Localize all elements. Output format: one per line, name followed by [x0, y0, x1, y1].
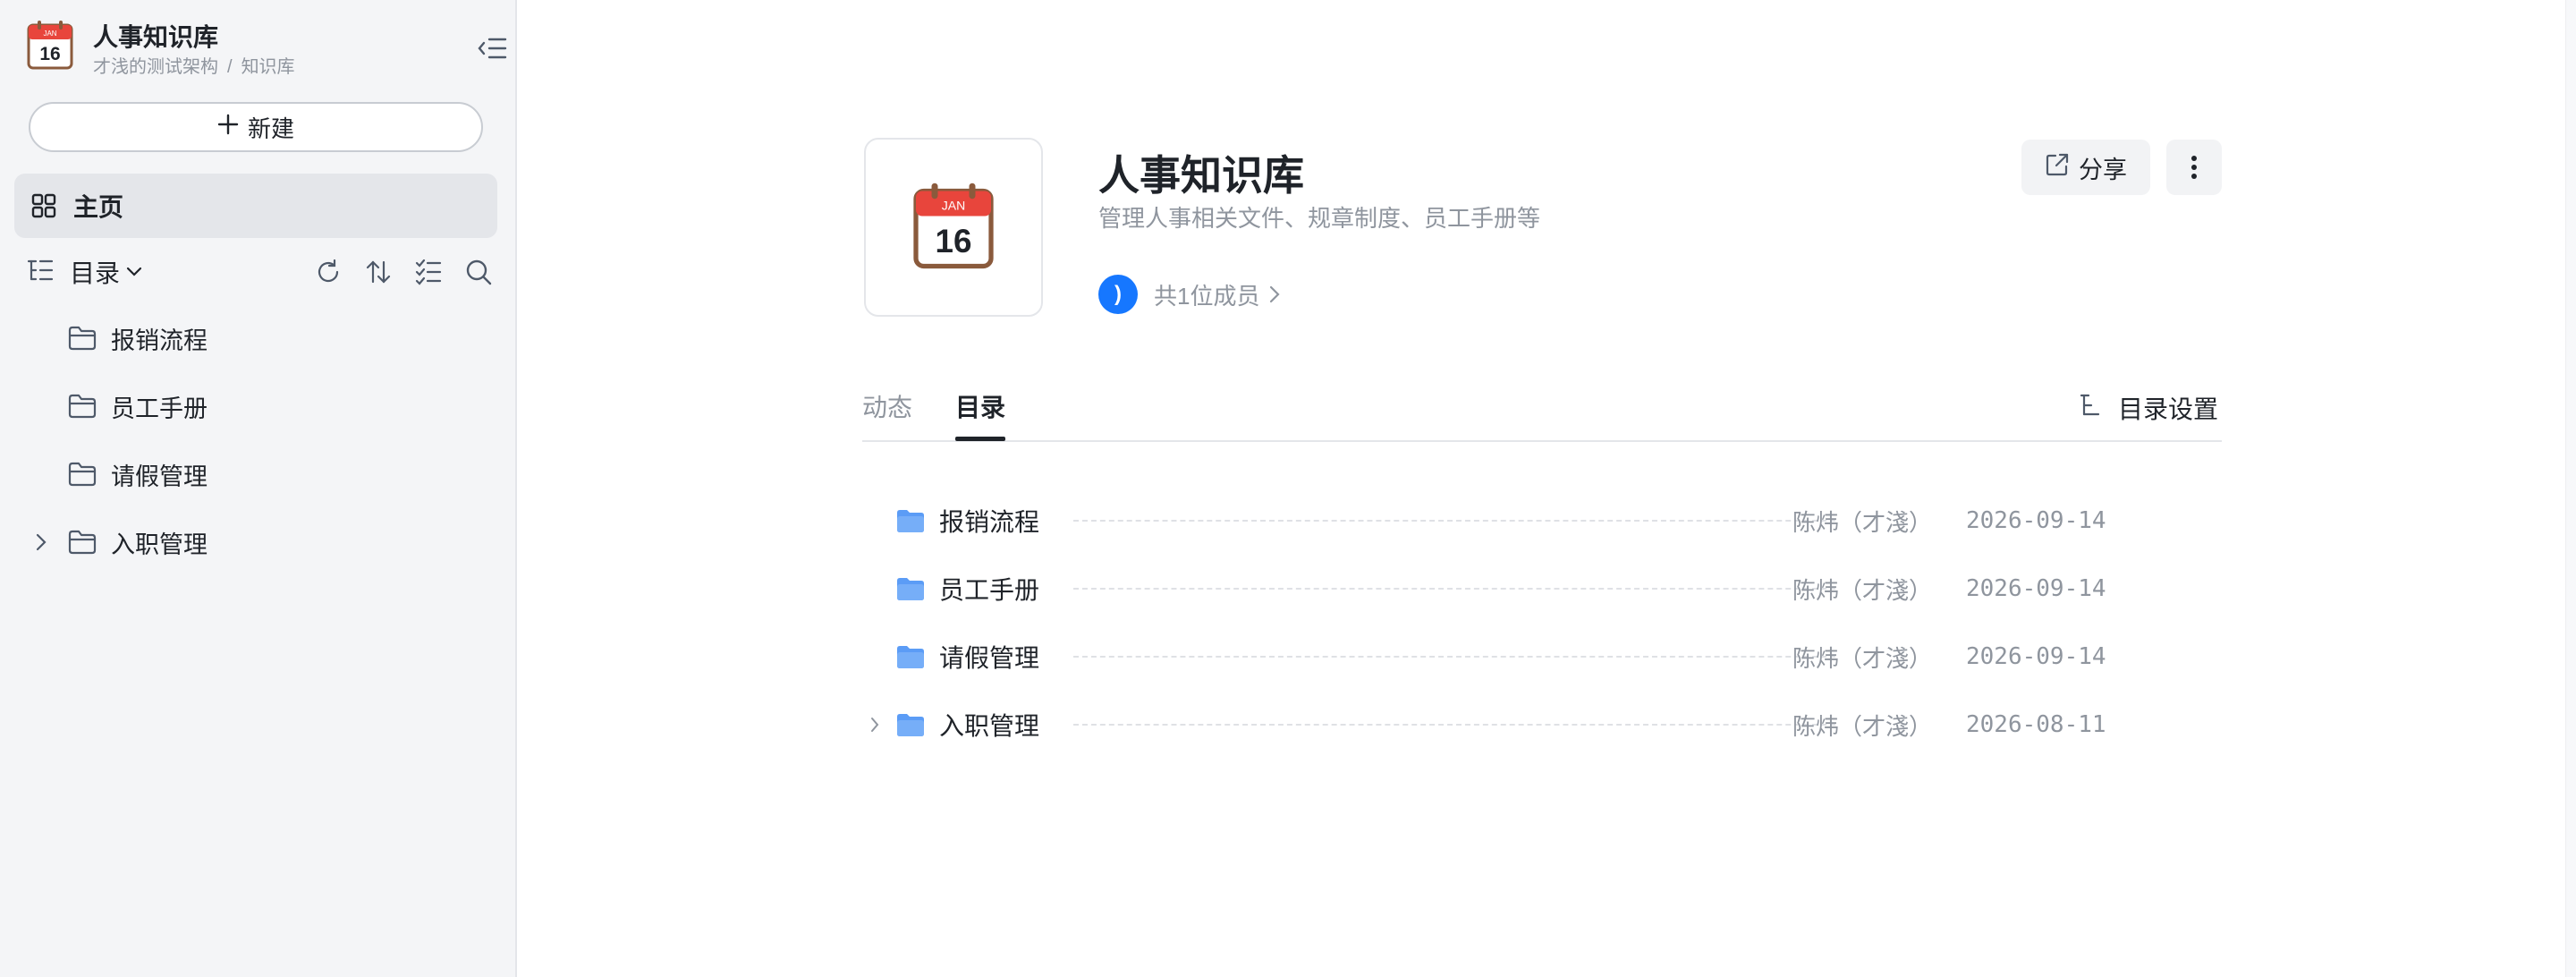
folder-icon [896, 712, 925, 737]
directory-tree-icon [27, 258, 54, 287]
list-item-name: 员工手册 [939, 576, 1040, 604]
breadcrumb-workspace[interactable]: 才浅的测试架构 [93, 57, 218, 77]
new-button[interactable]: 新建 [29, 102, 483, 152]
sort-icon[interactable] [365, 259, 392, 285]
tree-item-label: 员工手册 [111, 395, 208, 422]
page-title: 人事知识库 [1098, 152, 1304, 199]
calendar-day: 16 [936, 222, 972, 259]
list-item-date: 2026-09-14 [1966, 643, 2106, 670]
list-item-date: 2026-09-14 [1966, 507, 2106, 534]
checklist-icon[interactable] [415, 259, 442, 285]
folder-icon [896, 508, 925, 533]
tree-item-label: 请假管理 [111, 463, 208, 490]
avatar: ) [1098, 275, 1138, 314]
divider [1073, 520, 1835, 522]
folder-icon [896, 644, 925, 669]
folder-icon [896, 576, 925, 601]
directory-header: 目录 [27, 252, 492, 292]
sidebar-item-home[interactable]: 主页 [14, 174, 497, 238]
kb-cover[interactable]: JAN 16 [864, 138, 1043, 317]
grid-icon [30, 192, 57, 219]
kb-header: JAN 16 人事知识库 才浅的测试架构 / 知识库 [27, 18, 507, 77]
breadcrumb: 才浅的测试架构 / 知识库 [93, 52, 295, 78]
share-button-label: 分享 [2079, 156, 2127, 183]
page-description: 管理人事相关文件、规章制度、员工手册等 [1098, 205, 1541, 232]
calendar-month: JAN [43, 30, 56, 38]
folder-outline-icon [68, 530, 97, 555]
collapse-sidebar-icon[interactable] [474, 30, 510, 66]
sidebar: JAN 16 人事知识库 才浅的测试架构 / 知识库 新建 主页 目录 报销流程… [0, 0, 517, 977]
refresh-icon[interactable] [315, 259, 342, 285]
directory-label[interactable]: 目录 [70, 254, 120, 290]
tree-settings-icon [2079, 393, 2102, 424]
chevron-right-icon[interactable] [29, 530, 54, 555]
share-button[interactable]: 分享 [2021, 140, 2150, 195]
share-icon [2045, 152, 2070, 183]
folder-outline-icon [68, 462, 97, 487]
list-item-date: 2026-09-14 [1966, 575, 2106, 602]
tree-item[interactable]: 员工手册 [27, 387, 492, 426]
main-content: JAN 16 人事知识库 管理人事相关文件、规章制度、员工手册等 ) 共1位成员… [517, 0, 2576, 977]
tree-item[interactable]: 报销流程 [27, 319, 492, 358]
members-link[interactable]: ) 共1位成员 [1098, 274, 1281, 315]
calendar-icon: JAN 16 [912, 182, 995, 274]
list-item-owner: 陈炜（才淺） [1792, 644, 1933, 672]
tab-directory[interactable]: 目录 [955, 388, 1005, 424]
plus-icon [217, 114, 239, 141]
list-item-name: 入职管理 [939, 712, 1040, 740]
tree-item-label: 报销流程 [111, 327, 208, 354]
list-item-owner: 陈炜（才淺） [1792, 508, 1933, 536]
divider [1073, 588, 1835, 590]
chevron-right-icon [1268, 285, 1281, 304]
tabs: 动态 目录 目录设置 [862, 376, 2222, 442]
more-options-icon[interactable] [2166, 140, 2222, 195]
directory-settings-button[interactable]: 目录设置 [2079, 390, 2218, 426]
kb-title: 人事知识库 [93, 23, 219, 51]
list-item[interactable]: 请假管理 陈炜（才淺） 2026-09-14 [862, 635, 2222, 678]
calendar-icon: JAN 16 [27, 20, 73, 70]
list-item[interactable]: 报销流程 陈炜（才淺） 2026-09-14 [862, 499, 2222, 542]
list-item-owner: 陈炜（才淺） [1792, 576, 1933, 604]
list-item-date: 2026-08-11 [1966, 711, 2106, 738]
folder-outline-icon [68, 326, 97, 351]
list-item-name: 报销流程 [939, 508, 1040, 536]
breadcrumb-separator: / [227, 57, 233, 77]
tree-item-label: 入职管理 [111, 531, 208, 558]
tab-activity[interactable]: 动态 [862, 388, 912, 424]
directory-toolbar [315, 252, 492, 292]
new-button-label: 新建 [247, 115, 294, 142]
tree-item[interactable]: 入职管理 [27, 522, 492, 562]
divider [1073, 724, 1835, 726]
calendar-day: 16 [39, 44, 60, 64]
folder-outline-icon [68, 394, 97, 419]
search-icon[interactable] [465, 259, 492, 285]
list-item-owner: 陈炜（才淺） [1792, 712, 1933, 740]
chevron-right-icon[interactable] [862, 716, 887, 734]
list-item[interactable]: 入职管理 陈炜（才淺） 2026-08-11 [862, 703, 2222, 746]
sidebar-item-home-label: 主页 [73, 193, 124, 221]
breadcrumb-knowledge-base[interactable]: 知识库 [242, 57, 295, 77]
members-count: 共1位成员 [1154, 282, 1260, 310]
tree-item[interactable]: 请假管理 [27, 455, 492, 494]
list-item[interactable]: 员工手册 陈炜（才淺） 2026-09-14 [862, 567, 2222, 610]
list-item-name: 请假管理 [939, 644, 1040, 672]
calendar-month: JAN [942, 198, 965, 212]
scrollbar-track[interactable] [2565, 0, 2576, 977]
directory-settings-label: 目录设置 [2117, 395, 2218, 423]
divider [1073, 656, 1835, 658]
active-tab-indicator [955, 437, 1005, 441]
chevron-down-icon[interactable] [125, 266, 143, 278]
